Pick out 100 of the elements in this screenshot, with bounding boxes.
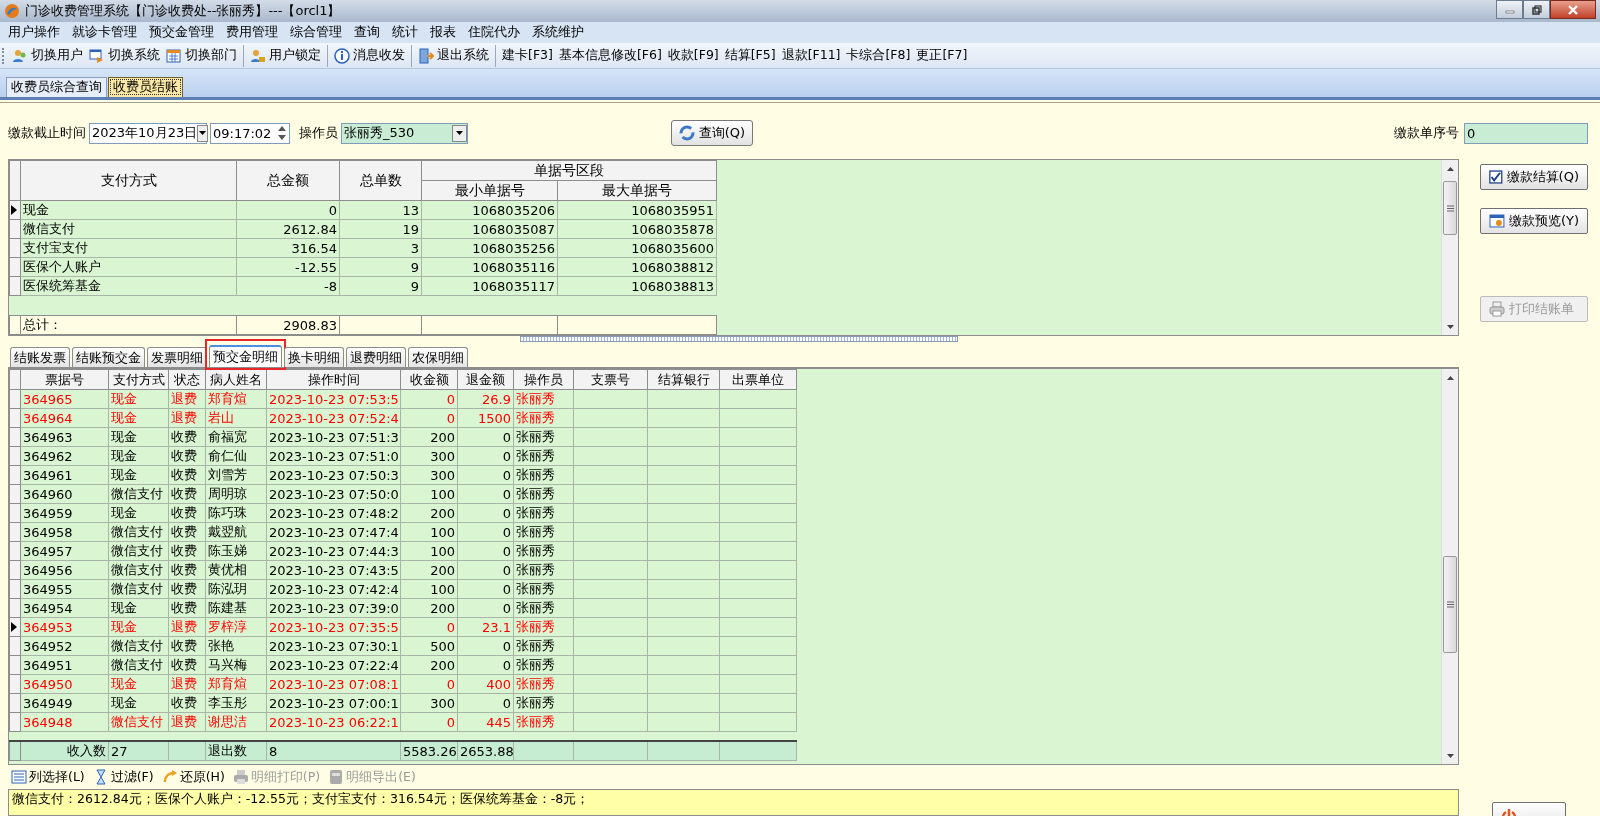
detail-tab[interactable]: 农保明细 xyxy=(408,347,468,367)
operator-dropdown[interactable]: 张丽秀_530 xyxy=(341,122,468,144)
table-cell: 23.1 xyxy=(457,617,514,637)
table-cell: 364954 xyxy=(20,598,109,618)
checkbox-icon xyxy=(1489,169,1503,185)
table-cell: 2023-10-23 07:22:4 xyxy=(266,655,401,675)
minimize-button[interactable] xyxy=(1496,0,1523,19)
column-header: 结算银行 xyxy=(647,369,720,390)
toolbar-button[interactable]: 建卡[F3] xyxy=(495,44,556,67)
side-button[interactable]: 缴款结算(Q) xyxy=(1480,164,1588,190)
date-picker[interactable]: 2023年10月23日 xyxy=(89,122,207,144)
table-cell: 364950 xyxy=(20,674,109,694)
menu-item[interactable]: 系统维护 xyxy=(526,24,590,41)
table-cell: 2023-10-23 07:44:3 xyxy=(266,541,401,561)
column-header: 总金额 xyxy=(236,160,340,201)
detail-tab[interactable]: 结账发票 xyxy=(10,347,70,367)
toolbar-button[interactable]: 消息收发 xyxy=(327,44,408,67)
toolbar-button[interactable]: 退出系统 xyxy=(411,44,492,67)
table-cell: 医保个人账户 xyxy=(20,257,237,277)
summary-value: 27 xyxy=(108,741,169,761)
page-tab[interactable]: 收费员综合查询 xyxy=(6,77,107,97)
toolbar-button[interactable]: 退款[F11] xyxy=(778,44,844,67)
close-button[interactable] xyxy=(1550,0,1596,19)
detail-tab[interactable]: 预交金明细 xyxy=(209,345,282,367)
table-cell: 0 xyxy=(457,579,514,599)
table-cell: 马兴梅 xyxy=(205,655,267,675)
menu-item[interactable]: 查询 xyxy=(348,24,386,41)
toolbar-button[interactable]: 收款[F9] xyxy=(664,44,722,67)
menu-item[interactable]: 住院代办 xyxy=(462,24,526,41)
menu-item[interactable]: 就诊卡管理 xyxy=(66,24,143,41)
table-cell: 俞仁仙 xyxy=(205,446,267,466)
detail-tab[interactable]: 结账预交金 xyxy=(72,347,145,367)
toolbar-button[interactable]: 结算[F5] xyxy=(721,44,779,67)
detail-tab[interactable]: 退费明细 xyxy=(346,347,406,367)
scrollbar[interactable] xyxy=(1441,160,1458,335)
toolbar-button[interactable]: 过滤(F) xyxy=(92,768,154,786)
table-cell: 现金 xyxy=(108,503,169,523)
printer-icon xyxy=(1489,301,1505,317)
toolbar-button[interactable]: 还原(H) xyxy=(161,768,225,786)
serial-number-field[interactable]: 0 xyxy=(1464,122,1588,144)
field-label: 缴款单序号 xyxy=(1394,124,1459,142)
toolbar-button[interactable]: 切换用户 xyxy=(9,44,86,67)
table-cell: 2023-10-23 06:22:1 xyxy=(266,712,401,732)
table-cell: 收费 xyxy=(168,465,206,485)
table-cell: 张丽秀 xyxy=(513,617,574,637)
detail-tab[interactable]: 发票明细 xyxy=(147,347,207,367)
toolbar-button[interactable]: 列选择(L) xyxy=(11,768,85,786)
page-tab[interactable]: 收费员结账 xyxy=(108,77,183,97)
menu-item[interactable]: 统计 xyxy=(386,24,424,41)
menu-item[interactable]: 费用管理 xyxy=(220,24,284,41)
table-cell: 1068035117 xyxy=(421,276,558,296)
table-cell: 收费 xyxy=(168,655,206,675)
table-cell: 364960 xyxy=(20,484,109,504)
scrollbar[interactable] xyxy=(1441,369,1458,764)
splitter-handle[interactable] xyxy=(520,336,958,342)
table-cell: 张丽秀 xyxy=(513,693,574,713)
toolbar-button[interactable]: 卡综合[F8] xyxy=(843,44,914,67)
table-cell: 0 xyxy=(457,655,514,675)
table-cell: 100 xyxy=(400,522,458,542)
table-cell: 1068035951 xyxy=(557,200,717,220)
menu-item[interactable]: 预交金管理 xyxy=(143,24,220,41)
grip-icon xyxy=(1446,204,1454,212)
table-cell: 张丽秀 xyxy=(513,655,574,675)
table-cell: 张艳 xyxy=(205,636,267,656)
toolbar-button[interactable]: 基本信息修改[F6] xyxy=(555,44,665,67)
table-cell: 张丽秀 xyxy=(513,674,574,694)
detail-tab[interactable]: 换卡明细 xyxy=(284,347,344,367)
refresh-icon xyxy=(678,125,695,141)
toolbar-button[interactable]: 切换系统 xyxy=(86,44,163,67)
menu-item[interactable]: 综合管理 xyxy=(284,24,348,41)
column-header: 总单数 xyxy=(339,160,422,201)
menu-item[interactable]: 用户操作 xyxy=(2,24,66,41)
table-cell: 0 xyxy=(457,560,514,580)
menu-item[interactable]: 报表 xyxy=(424,24,462,41)
table-cell: 0 xyxy=(457,446,514,466)
table-cell: 1068035878 xyxy=(557,219,717,239)
table-cell: 1068035600 xyxy=(557,238,717,258)
table-cell: 周明琼 xyxy=(205,484,267,504)
table-cell: 316.54 xyxy=(236,238,340,258)
table-cell: 2023-10-23 07:51:3 xyxy=(266,427,401,447)
table-cell: 2023-10-23 07:00:1 xyxy=(266,693,401,713)
summary-value: 2653.88 xyxy=(457,741,514,761)
column-header: 支票号 xyxy=(573,369,648,390)
row-indicator[interactable] xyxy=(9,200,21,220)
toolbar-button[interactable]: 更正[F7] xyxy=(913,44,971,67)
query-button[interactable]: 查询(Q) xyxy=(671,120,753,146)
table-cell: 364961 xyxy=(20,465,109,485)
table-cell: 现金 xyxy=(20,200,237,220)
table-cell: 0 xyxy=(457,693,514,713)
table-cell: 364964 xyxy=(20,408,109,428)
app-logo-icon xyxy=(4,3,20,19)
time-spinner[interactable]: 09:17:02 xyxy=(210,122,290,144)
restore-button[interactable] xyxy=(1523,0,1550,19)
row-indicator[interactable] xyxy=(9,617,21,637)
table-cell: 0 xyxy=(400,712,458,732)
toolbar-button[interactable]: 切换部门 xyxy=(163,44,240,67)
table-cell: 张丽秀 xyxy=(513,427,574,447)
toolbar-button[interactable]: 用户锁定 xyxy=(243,44,324,67)
side-button[interactable]: 缴款预览(Y) xyxy=(1480,208,1588,234)
table-cell: 0 xyxy=(457,484,514,504)
